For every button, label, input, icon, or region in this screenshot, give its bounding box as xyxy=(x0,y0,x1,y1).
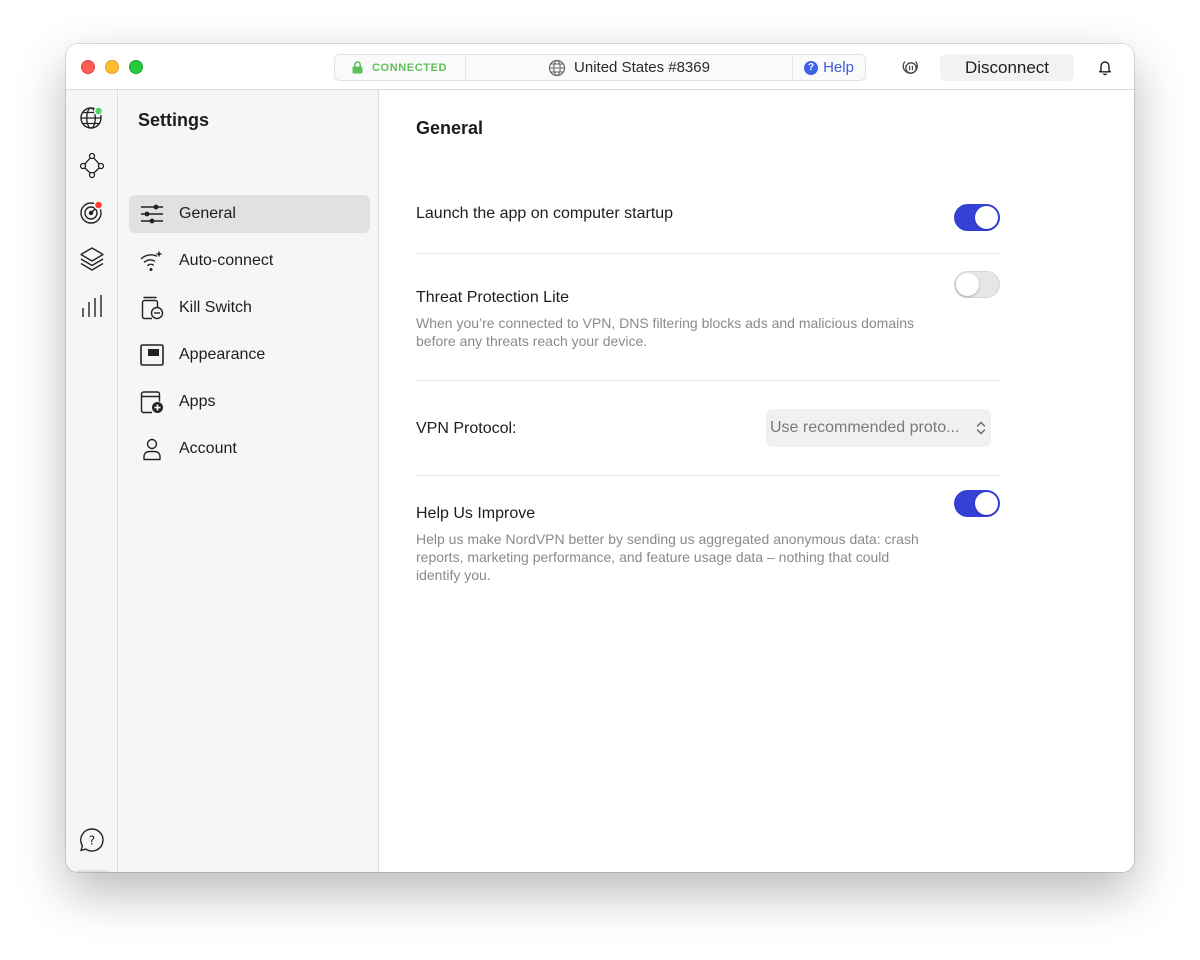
launch-on-startup-toggle[interactable] xyxy=(954,204,1000,231)
globe-icon xyxy=(80,106,104,129)
settings-nav-account[interactable]: Account xyxy=(129,430,370,468)
settings-nav-label: Kill Switch xyxy=(179,299,252,316)
settings-sidebar: Settings General Auto-connect Kill Switc… xyxy=(119,90,379,872)
bell-icon xyxy=(1099,61,1111,76)
rail-meshnet-button[interactable] xyxy=(78,151,106,179)
app-window: CONNECTED United States #8369 ? Help Dis… xyxy=(66,44,1134,872)
toggle-knob xyxy=(975,206,998,229)
apps-icon xyxy=(139,389,165,415)
rail-threat-protection-button[interactable] xyxy=(78,198,106,226)
pause-shield-icon xyxy=(902,61,918,74)
settings-nav-appearance[interactable]: Appearance xyxy=(129,336,370,374)
disconnect-button[interactable]: Disconnect xyxy=(940,54,1074,81)
rail-stats-button[interactable] xyxy=(78,292,106,320)
pause-button[interactable] xyxy=(900,57,920,77)
settings-nav-label: Account xyxy=(179,440,237,457)
vpn-protocol-select[interactable]: Use recommended proto... xyxy=(766,409,991,447)
rail-settings-button[interactable] xyxy=(73,870,111,872)
threat-protection-icon xyxy=(80,200,104,224)
settings-nav-label: Auto-connect xyxy=(179,252,274,269)
settings-title: Settings xyxy=(138,110,210,130)
icon-rail: ? xyxy=(66,90,118,872)
layers-icon xyxy=(80,247,104,271)
threat-protection-description: When you’re connected to VPN, DNS filter… xyxy=(416,315,915,349)
settings-nav-kill-switch[interactable]: Kill Switch xyxy=(129,289,370,327)
rail-globe-button[interactable] xyxy=(78,104,106,132)
divider xyxy=(416,253,1000,254)
server-name: United States #8369 xyxy=(574,59,710,76)
meshnet-icon xyxy=(79,152,105,179)
account-icon xyxy=(139,436,165,462)
settings-nav-label: Apps xyxy=(179,393,216,410)
svg-text:?: ? xyxy=(89,834,95,848)
section-title: General xyxy=(416,118,484,138)
help-link[interactable]: ? Help xyxy=(793,55,865,80)
server-selector[interactable]: United States #8369 xyxy=(466,55,793,80)
zoom-window-button[interactable] xyxy=(129,60,143,74)
help-icon: ? xyxy=(80,828,104,852)
minimize-window-button[interactable] xyxy=(105,60,119,74)
launch-on-startup-label: Launch the app on computer startup xyxy=(416,205,674,222)
settings-nav-apps[interactable]: Apps xyxy=(129,383,370,421)
general-settings-content: General Launch the app on computer start… xyxy=(380,90,1134,872)
kill-switch-icon xyxy=(139,295,165,321)
settings-nav-general[interactable]: General xyxy=(129,195,370,233)
threat-protection-label: Threat Protection Lite xyxy=(416,289,569,306)
help-improve-label: Help Us Improve xyxy=(416,505,536,522)
help-label: Help xyxy=(823,59,854,76)
toggle-knob xyxy=(975,492,998,515)
settings-nav-label: Appearance xyxy=(179,346,266,363)
connection-status: CONNECTED xyxy=(335,55,466,80)
threat-protection-toggle[interactable] xyxy=(954,271,1000,298)
divider xyxy=(416,380,1000,381)
connection-status-bar: CONNECTED United States #8369 ? Help xyxy=(334,54,866,81)
close-window-button[interactable] xyxy=(81,60,95,74)
vpn-protocol-label: VPN Protocol: xyxy=(416,420,517,437)
notifications-button[interactable] xyxy=(1095,57,1115,77)
help-improve-toggle[interactable] xyxy=(954,490,1000,517)
divider xyxy=(416,475,1000,476)
lock-icon xyxy=(352,61,363,74)
appearance-icon xyxy=(139,342,165,368)
settings-nav-auto-connect[interactable]: Auto-connect xyxy=(129,242,370,280)
settings-nav-label: General xyxy=(179,205,236,222)
help-improve-description: Help us make NordVPN better by sending u… xyxy=(416,531,919,583)
vpn-protocol-value: Use recommended proto... xyxy=(770,419,960,436)
stats-icon xyxy=(82,295,102,317)
question-icon: ? xyxy=(804,60,819,75)
chevron-up-down-icon xyxy=(976,421,986,435)
rail-specialty-servers-button[interactable] xyxy=(78,245,106,273)
toggle-knob xyxy=(956,273,979,296)
title-bar: CONNECTED United States #8369 ? Help Dis… xyxy=(66,44,1134,90)
globe-icon xyxy=(548,59,566,76)
rail-help-button[interactable]: ? xyxy=(78,826,106,854)
connection-status-label: CONNECTED xyxy=(372,61,448,74)
sliders-icon xyxy=(139,201,165,227)
wifi-sparkle-icon xyxy=(139,248,165,274)
